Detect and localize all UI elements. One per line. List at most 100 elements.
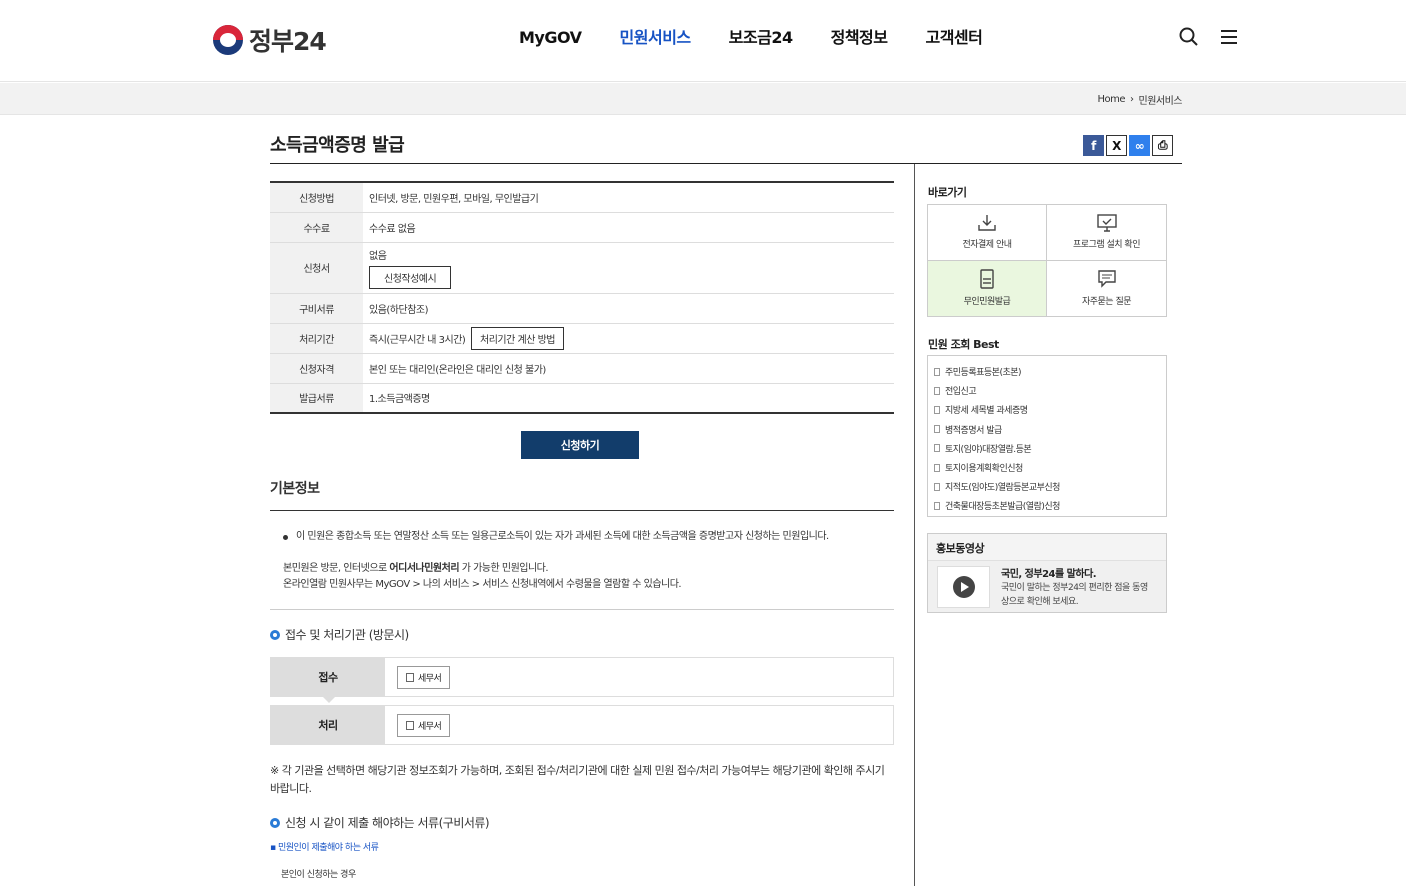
fee-label: 수수료 bbox=[270, 212, 363, 243]
availability-pre: 본민원은 방문, 인터넷으로 bbox=[283, 563, 390, 574]
basic-info-description: 이 민원은 종합소득 또는 연말정산 소득 또는 일용근로소득이 있는 자가 과… bbox=[283, 529, 883, 593]
form-value: 없음 bbox=[369, 250, 387, 262]
quick-link-program-check[interactable]: 프로그램 설치 확인 bbox=[1047, 205, 1166, 261]
breadcrumb-home[interactable]: Home bbox=[1097, 94, 1125, 105]
building-icon bbox=[406, 720, 414, 730]
promo-title: 국민, 정부24를 말하다. bbox=[1001, 569, 1097, 580]
docs-value: 있음(하단참조) bbox=[363, 293, 894, 324]
civil-info-table: 신청방법 인터넷, 방문, 민원우편, 모바일, 무인발급기 수수료 수수료 없… bbox=[270, 181, 894, 414]
list-item[interactable]: 토지(임야)대장열람.등본 bbox=[934, 439, 1166, 458]
availability-post: 가 가능한 민원입니다. bbox=[459, 563, 549, 574]
best-item-label: 병적증명서 발급 bbox=[945, 425, 1002, 436]
logo[interactable]: 정부24 bbox=[213, 22, 327, 58]
promo-video-box: 홍보동영상 국민, 정부24를 말하다. 국민이 말하는 정부24의 편리한 점… bbox=[927, 533, 1167, 613]
best-item-label: 지적도(임야도)열람등본교부신청 bbox=[945, 483, 1060, 494]
document-icon bbox=[934, 405, 940, 414]
list-item[interactable]: 건축물대장등초본발급(열람)신청 bbox=[934, 496, 1166, 515]
download-icon bbox=[978, 215, 996, 231]
availability-text: 본민원은 방문, 인터넷으로 어디서나민원처리 가 가능한 민원입니다. bbox=[283, 561, 883, 577]
ring-bullet-icon bbox=[270, 629, 280, 640]
process-label: 처리 bbox=[271, 706, 385, 744]
document-icon bbox=[934, 386, 940, 395]
document-icon bbox=[934, 425, 940, 434]
process-org-text: 세무서 bbox=[418, 721, 442, 732]
menu-mygov[interactable]: MyGOV bbox=[500, 26, 601, 50]
qualification-value: 본인 또는 대리인(온라인은 대리인 신청 불가) bbox=[363, 353, 894, 384]
quick-link-payment[interactable]: 전자결제 안내 bbox=[928, 205, 1047, 261]
process-org-button[interactable]: 세무서 bbox=[397, 713, 451, 737]
building-icon bbox=[406, 672, 414, 682]
receive-org-button[interactable]: 세무서 bbox=[397, 665, 451, 689]
menu-civil-service[interactable]: 민원서비스 bbox=[601, 26, 710, 50]
receive-org-text: 세무서 bbox=[418, 673, 442, 684]
period-label: 처리기간 bbox=[270, 323, 363, 354]
list-item[interactable]: 토지이용계획확인신청 bbox=[934, 458, 1166, 477]
org-section-heading: 접수 및 처리기관 (방문시) bbox=[270, 626, 409, 643]
best-list: 주민등록표등본(초본) 전입신고 지방세 세목별 과세증명 병적증명서 발급 토… bbox=[927, 355, 1167, 517]
quick-link-label: 프로그램 설치 확인 bbox=[1073, 240, 1140, 251]
form-label: 신청서 bbox=[270, 242, 363, 294]
best-item-label: 토지이용계획확인신청 bbox=[945, 464, 1023, 475]
monitor-check-icon bbox=[1096, 214, 1117, 232]
play-icon[interactable] bbox=[952, 576, 975, 598]
document-icon bbox=[934, 463, 940, 472]
apply-button[interactable]: 신청하기 bbox=[521, 431, 639, 459]
promo-body[interactable]: 국민, 정부24를 말하다. 국민이 말하는 정부24의 편리한 점을 동영상으… bbox=[928, 560, 1166, 612]
best-item-label: 전입신고 bbox=[945, 387, 977, 398]
best-item-label: 건축물대장등초본발급(열람)신청 bbox=[945, 502, 1060, 513]
form-example-button[interactable]: 신청작성예시 bbox=[369, 265, 452, 289]
breadcrumb-current[interactable]: 민원서비스 bbox=[1139, 92, 1183, 107]
form-cell: 없음 신청작성예시 bbox=[363, 242, 894, 294]
docs-label: 구비서류 bbox=[270, 293, 363, 324]
required-docs-heading-text: 신청 시 같이 제출 해야하는 서류(구비서류) bbox=[285, 816, 490, 830]
quick-link-kiosk[interactable]: 무인민원발급 bbox=[928, 260, 1047, 316]
logo-text: 정부24 bbox=[249, 27, 327, 56]
org-note: ※ 각 기관을 선택하면 해당기관 정보조회가 가능하며, 조회된 접수/처리기… bbox=[270, 764, 885, 795]
best-item-label: 토지(임야)대장열람.등본 bbox=[945, 444, 1032, 455]
share-toolbar: f X ∞ ⎙ bbox=[1083, 135, 1173, 156]
bullet-icon bbox=[283, 535, 288, 540]
search-icon[interactable] bbox=[1178, 26, 1200, 48]
page-title: 소득금액증명 발급 bbox=[270, 135, 405, 156]
print-icon[interactable]: ⎙ bbox=[1152, 135, 1173, 156]
list-item[interactable]: 병적증명서 발급 bbox=[934, 420, 1166, 439]
description-divider bbox=[270, 609, 894, 610]
promo-heading: 홍보동영상 bbox=[936, 542, 985, 555]
issue-doc-value: 1.소득금액증명 bbox=[363, 383, 894, 414]
list-item[interactable]: 전입신고 bbox=[934, 381, 1166, 400]
list-item: 이 민원은 종합소득 또는 연말정산 소득 또는 일용근로소득이 있는 자가 과… bbox=[283, 529, 883, 545]
list-item[interactable]: 지방세 세목별 과세증명 bbox=[934, 400, 1166, 419]
document-icon bbox=[934, 501, 940, 510]
required-docs-link[interactable]: ▪ 민원인이 제출해야 하는 서류 bbox=[270, 840, 379, 853]
top-navigation: 정부24 MyGOV 민원서비스 보조금24 정책정보 고객센터 bbox=[0, 0, 1406, 82]
best-item-label: 지방세 세목별 과세증명 bbox=[945, 406, 1028, 417]
best-heading: 민원 조회 Best bbox=[928, 338, 999, 351]
hamburger-menu-icon[interactable] bbox=[1218, 26, 1240, 48]
period-value: 즉시(근무시간 내 3시간) bbox=[369, 334, 466, 346]
online-view-text: 온라인열람 민원사무는 MyGOV > 나의 서비스 > 서비스 신청내역에서 … bbox=[283, 579, 682, 590]
ring-bullet-icon bbox=[270, 817, 280, 828]
list-item[interactable]: 주민등록표등본(초본) bbox=[934, 362, 1166, 381]
facebook-icon[interactable]: f bbox=[1083, 135, 1104, 156]
fee-value: 수수료 없음 bbox=[363, 212, 894, 243]
document-icon bbox=[934, 482, 940, 491]
link-copy-icon[interactable]: ∞ bbox=[1129, 135, 1150, 156]
menu-policy-info[interactable]: 정책정보 bbox=[812, 26, 907, 50]
list-item[interactable]: 지적도(임야도)열람등본교부신청 bbox=[934, 477, 1166, 496]
speech-bubble-icon bbox=[1097, 270, 1116, 288]
quick-link-label: 자주묻는 질문 bbox=[1081, 297, 1132, 308]
process-org-row: 처리 세무서 bbox=[270, 705, 894, 745]
table-row: 수수료 수수료 없음 bbox=[270, 212, 894, 243]
method-label: 신청방법 bbox=[270, 182, 363, 213]
period-calc-button[interactable]: 처리기간 계산 방법 bbox=[471, 326, 564, 350]
table-row: 신청자격 본인 또는 대리인(온라인은 대리인 신청 불가) bbox=[270, 353, 894, 384]
menu-subsidy24[interactable]: 보조금24 bbox=[710, 26, 812, 50]
quick-link-faq[interactable]: 자주묻는 질문 bbox=[1047, 261, 1166, 317]
x-twitter-icon[interactable]: X bbox=[1106, 135, 1127, 156]
description-text: 이 민원은 종합소득 또는 연말정산 소득 또는 일용근로소득이 있는 자가 과… bbox=[296, 531, 829, 542]
table-row: 발급서류 1.소득금액증명 bbox=[270, 383, 894, 414]
receive-label: 접수 bbox=[271, 658, 385, 696]
breadcrumb-bar: Home › 민원서비스 bbox=[0, 83, 1406, 115]
menu-customer-center[interactable]: 고객센터 bbox=[906, 26, 1001, 50]
video-thumbnail[interactable] bbox=[937, 566, 990, 608]
